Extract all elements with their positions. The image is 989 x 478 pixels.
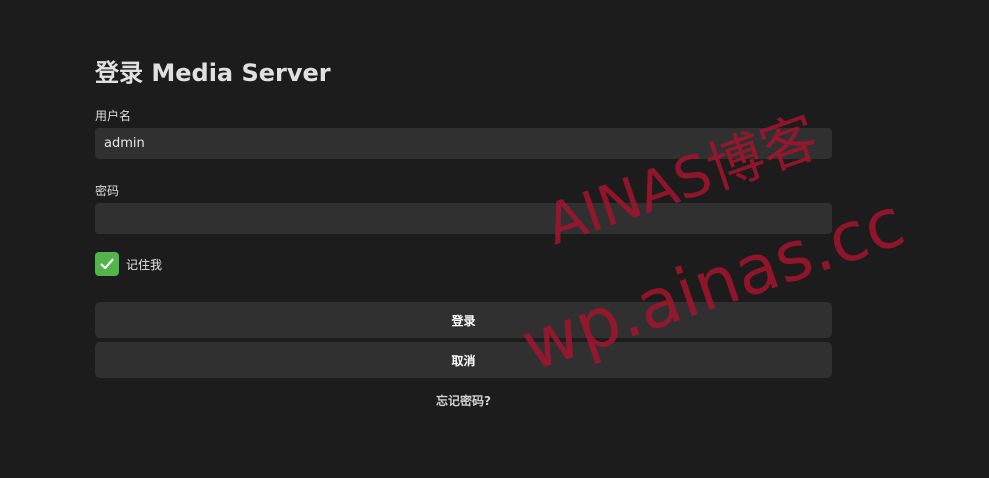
username-label: 用户名 xyxy=(95,109,132,123)
remember-me-label: 记住我 xyxy=(126,257,163,272)
login-button[interactable]: 登录 xyxy=(95,302,832,338)
forgot-password-link[interactable]: 忘记密码? xyxy=(95,392,832,409)
page-title: 登录 Media Server xyxy=(95,59,331,87)
login-page: 登录 Media Server 用户名 密码 记住我 登录 取消 忘记密码? A… xyxy=(0,0,989,478)
password-label: 密码 xyxy=(95,184,120,198)
remember-me-checkbox[interactable] xyxy=(95,252,119,276)
remember-me-row[interactable]: 记住我 xyxy=(95,252,832,276)
password-input[interactable] xyxy=(95,203,832,234)
cancel-button[interactable]: 取消 xyxy=(95,342,832,378)
username-input[interactable] xyxy=(95,128,832,159)
check-icon xyxy=(100,258,114,270)
login-form: 登录 Media Server 用户名 密码 记住我 登录 取消 忘记密码? xyxy=(95,56,832,409)
